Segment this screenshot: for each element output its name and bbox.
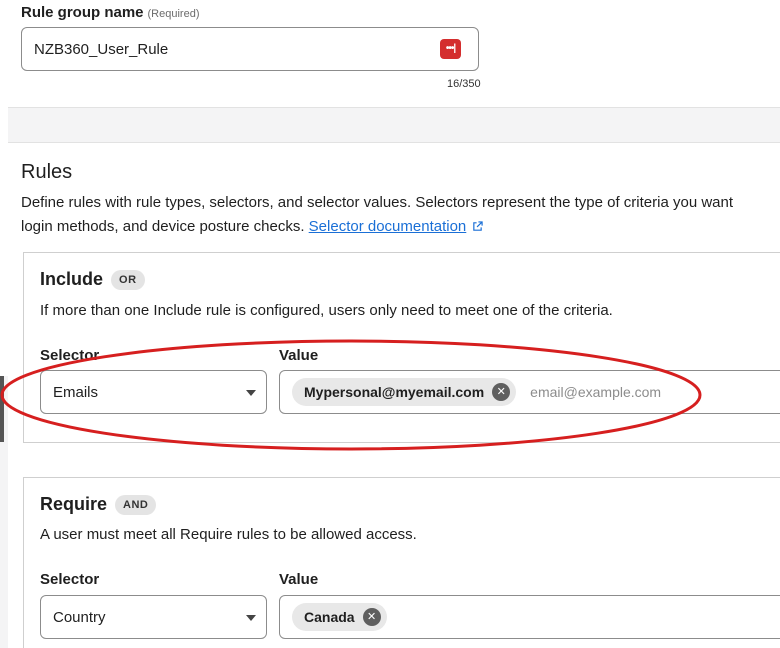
require-selector-value: Country [53,608,106,626]
require-description: A user must meet all Require rules to be… [40,526,417,543]
character-counter: 16/350 [447,78,481,90]
chevron-down-icon [246,615,256,621]
remove-chip-icon[interactable]: ✕ [362,608,381,626]
left-edge [0,0,8,376]
include-or-badge: OR [111,269,145,290]
require-header: Require AND [40,494,157,515]
country-chip: Canada ✕ [292,603,387,631]
require-selector-label: Selector [40,571,100,588]
password-manager-icon[interactable]: •••| [440,39,461,59]
require-value-label: Value [279,571,319,588]
country-chip-label: Canada [304,609,355,625]
include-header: Include OR [40,269,145,290]
rules-title: Rules [21,161,73,183]
rules-description-line1: Define rules with rule types, selectors,… [21,194,734,211]
require-selector-dropdown[interactable]: Country [40,595,267,639]
include-description: If more than one Include rule is configu… [40,302,613,319]
rule-group-name-input[interactable] [21,27,479,71]
rules-description: Define rules with rule types, selectors,… [21,191,780,239]
selector-documentation-link[interactable]: Selector documentation [309,218,467,235]
annotation-ellipse [0,339,702,451]
external-link-icon[interactable] [472,221,483,232]
include-title: Include [40,269,104,289]
rules-description-line2-text: login methods, and device posture checks… [21,218,305,235]
rule-group-label-text: Rule group name [21,4,144,21]
required-hint: (Required) [147,8,200,20]
rules-description-line2: login methods, and device posture checks… [21,215,780,239]
rule-group-label: Rule group name (Required) [21,4,199,21]
require-and-badge: AND [115,494,157,515]
require-value-field[interactable]: Canada ✕ [279,595,780,639]
require-title: Require [40,494,108,514]
